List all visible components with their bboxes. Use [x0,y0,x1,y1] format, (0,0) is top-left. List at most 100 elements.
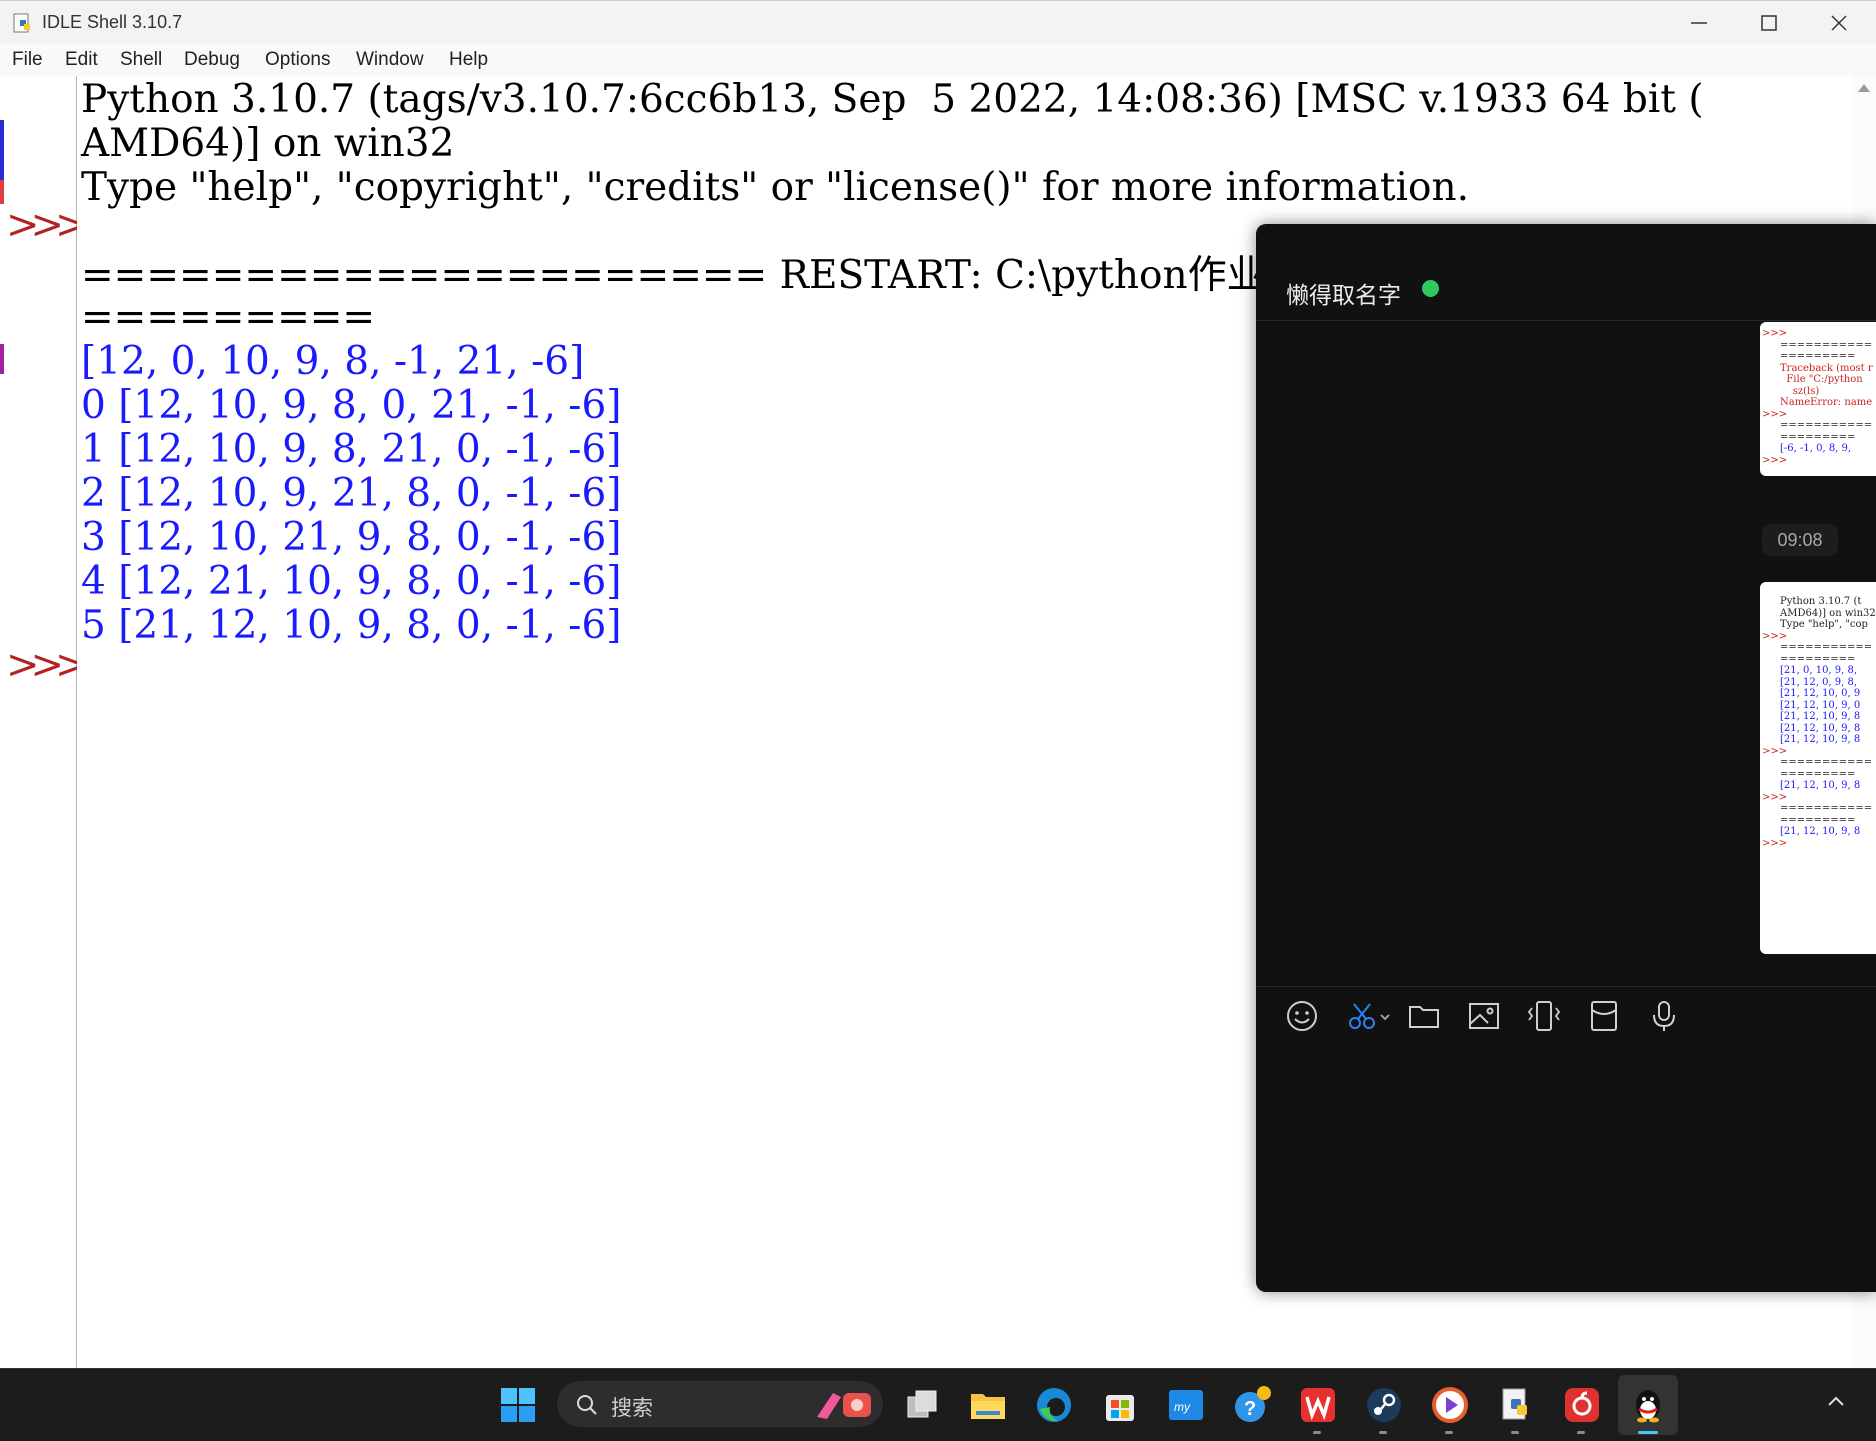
thumbnail-text-line: File "C:/python [1780,374,1863,385]
red-packet-icon[interactable] [1586,998,1622,1034]
thumbnail-text-line: [21, 12, 10, 9, 8 [1780,711,1861,722]
search-icon [577,1395,597,1415]
thumbnail-text-line: >>> [1762,328,1788,339]
thumbnail-text-line: [21, 12, 0, 9, 8, [1780,676,1858,688]
thumbnail-text-line: ========= [1780,431,1856,443]
gutter-marker [0,180,4,204]
edge-icon[interactable] [1034,1385,1074,1425]
thumbnail-text-line: ========= [1780,814,1856,826]
thumbnail-text-line: [21, 0, 10, 9, 8, [1780,665,1858,676]
thumbnail-text-line: [21, 12, 10, 9, 0 [1780,699,1861,711]
idle-app-icon [13,13,30,33]
tips-icon[interactable]: ? [1232,1385,1272,1425]
restart-line: ===================== RESTART: C:\python… [81,253,1460,298]
thumbnail-text-line: Python 3.10.7 (t [1780,596,1862,607]
close-icon [1831,15,1847,31]
taskbar-search[interactable]: 搜索 [557,1381,883,1427]
chat-header: 懒得取名字 [1256,224,1876,321]
thumbnail-text-line: [21, 12, 10, 9, 8 [1780,826,1861,837]
thumbnail-text-line: =========== [1780,803,1873,814]
output-line: 0 [12, 10, 9, 8, 0, 21, -1, -6] [81,383,622,428]
scissors-icon[interactable] [1344,998,1394,1034]
thumbnail-text-line: [21, 12, 10, 0, 9 [1780,688,1861,699]
chat-toolbar-divider [1256,986,1876,987]
thumbnail-text-line: [21, 12, 10, 9, 8 [1780,734,1861,745]
time-divider: 09:08 [1762,524,1838,556]
thumbnail-text-line: AMD64)] on win32 [1780,607,1876,619]
shake-icon[interactable] [1526,998,1562,1034]
thumbnail-text-line: >>> [1762,630,1788,642]
screenshot-message[interactable]: Python 3.10.7 (t AMD64)] on win32 Type "he… [1760,582,1876,954]
myhp-icon[interactable]: my [1166,1385,1206,1425]
banner-line: Python 3.10.7 (tags/v3.10.7:6cc6b13, Sep… [81,77,1704,122]
thumbnail-text-line: ========= [1780,351,1856,362]
search-highlight-icon [817,1393,871,1419]
screenshot-message[interactable]: >>> =========== ========= Traceback (most r… [1760,322,1876,476]
thumbnail-text-line: >>> [1762,837,1788,849]
output-line: 1 [12, 10, 9, 8, 21, 0, -1, -6] [81,427,622,472]
menu-file[interactable]: File [12,49,43,71]
microphone-icon[interactable] [1646,998,1682,1034]
output-line: 5 [21, 12, 10, 9, 8, 0, -1, -6] [81,603,622,648]
store-icon[interactable] [1100,1385,1140,1425]
menu-edit[interactable]: Edit [65,49,98,71]
menu-window[interactable]: Window [356,49,424,71]
running-indicator [1445,1431,1453,1434]
minimize-button[interactable] [1664,1,1734,45]
thumbnail-text-line: Traceback (most r [1780,362,1873,374]
search-placeholder: 搜索 [611,1397,653,1420]
start-icon[interactable] [498,1385,538,1425]
thumbnail-text-line: sz(ls) [1780,385,1820,397]
thumbnail-text-line: >>> [1762,745,1788,757]
minimize-icon [1691,22,1707,24]
menu-shell[interactable]: Shell [120,49,162,71]
thumbnail-text-line: >>> [1762,408,1788,420]
title-bar: IDLE Shell 3.10.7 [0,0,1876,45]
wps-icon[interactable] [1298,1385,1338,1425]
banner-line: Type "help", "copyright", "credits" or "… [81,165,1469,210]
emoji-icon[interactable] [1284,998,1320,1034]
netease-music-icon[interactable] [1562,1385,1602,1425]
shell-prompt: >>> [6,202,88,248]
chat-window: 懒得取名字 >>> =========== ========= Traceback (… [1256,224,1876,1292]
image-icon[interactable] [1466,998,1502,1034]
close-button[interactable] [1804,1,1874,45]
file-explorer-icon[interactable] [968,1385,1008,1425]
task-view-icon[interactable] [902,1385,942,1425]
running-indicator [1313,1431,1321,1434]
menu-options[interactable]: Options [265,49,330,71]
thumbnail-text-line: Type "help", "cop [1780,619,1868,630]
menu-help[interactable]: Help [449,49,488,71]
folder-icon[interactable] [1406,998,1442,1034]
chevron-up-icon[interactable] [1826,1393,1846,1409]
output-line: 2 [12, 10, 9, 21, 8, 0, -1, -6] [81,471,622,516]
online-status-dot [1422,280,1439,297]
restart-line: ========= [81,295,376,340]
output-line: 3 [12, 10, 21, 9, 8, 0, -1, -6] [81,515,622,560]
scroll-up-arrow-icon[interactable] [1857,82,1871,94]
maximize-icon [1761,15,1777,31]
menu-debug[interactable]: Debug [184,49,240,71]
taskbar: 搜索 my ? [0,1368,1876,1441]
maximize-button[interactable] [1734,1,1804,45]
thumbnail-text-line: >>> [1762,454,1788,466]
thumbnail-text-line: ========= [1780,768,1856,780]
qq-icon[interactable] [1628,1385,1668,1425]
contact-name[interactable]: 懒得取名字 [1286,276,1401,310]
shell-prompt: >>> [6,642,88,688]
python-icon[interactable] [1496,1385,1536,1425]
steam-icon[interactable] [1364,1385,1404,1425]
thumbnail-text-line: =========== [1780,420,1873,431]
running-indicator [1379,1431,1387,1434]
thumbnail-text-line: [21, 12, 10, 9, 8 [1780,780,1861,791]
thumbnail-text-line: [21, 12, 10, 9, 8 [1780,722,1861,734]
media-player-icon[interactable] [1430,1385,1470,1425]
window-title: IDLE Shell 3.10.7 [42,12,183,32]
output-line: [12, 0, 10, 9, 8, -1, 21, -6] [81,339,585,384]
svg-text:my: my [1174,1400,1191,1414]
menu-bar: File Edit Shell Debug Options Window Hel… [0,44,1876,76]
thumbnail-text-line: =========== [1780,642,1873,653]
banner-line: AMD64)] on win32 [81,121,455,166]
thumbnail-text-line: [-6, -1, 0, 8, 9, [1780,443,1852,454]
prompt-gutter: >>> >>> [0,76,88,1368]
